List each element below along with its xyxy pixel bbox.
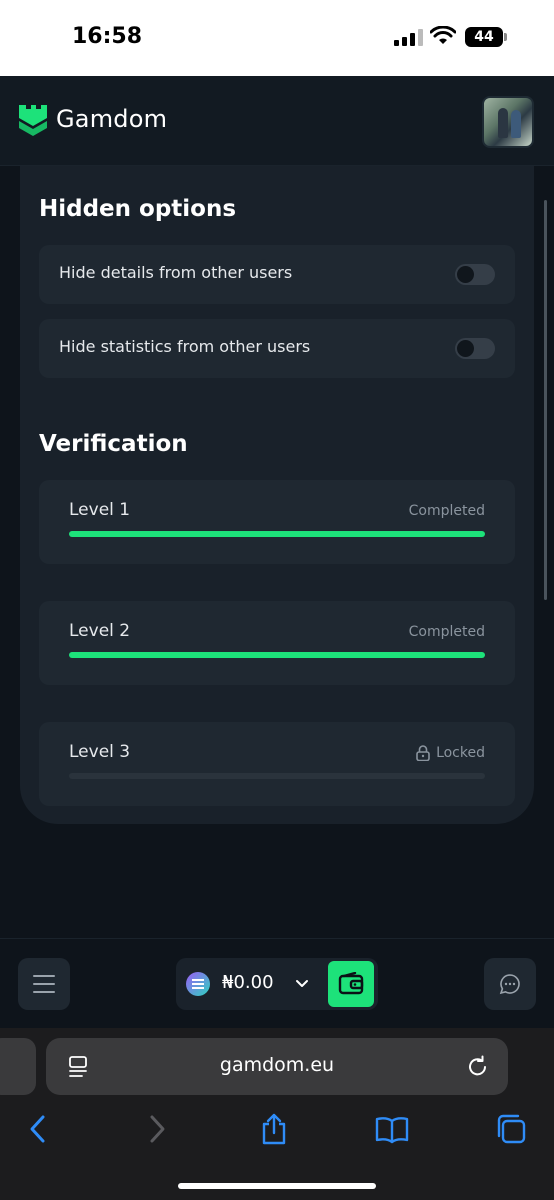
- forward-arrow-icon[interactable]: [140, 1112, 174, 1146]
- home-indicator: [178, 1183, 376, 1189]
- bottom-nav: ₦0.00: [0, 938, 554, 1028]
- level-name: Level 1: [69, 500, 131, 520]
- hide-details-toggle[interactable]: [455, 264, 495, 285]
- cellular-signal-icon: [394, 28, 423, 46]
- hide-statistics-label: Hide statistics from other users: [59, 337, 311, 356]
- level-name: Level 2: [69, 621, 131, 641]
- level-status: Locked: [416, 745, 485, 761]
- tabs-icon[interactable]: [494, 1112, 528, 1146]
- solana-coin-icon: [186, 972, 210, 996]
- hide-statistics-row: Hide statistics from other users: [39, 319, 515, 378]
- chat-bubble-icon: [499, 974, 520, 995]
- level-status: Completed: [408, 624, 485, 640]
- verification-title: Verification: [39, 431, 188, 457]
- verification-level-1[interactable]: Level 1 Completed: [39, 480, 515, 564]
- hide-statistics-toggle[interactable]: [455, 338, 495, 359]
- brand-name: Gamdom: [56, 105, 168, 133]
- verification-level-2[interactable]: Level 2 Completed: [39, 601, 515, 685]
- page-scrollbar[interactable]: [544, 200, 547, 600]
- app-header: Gamdom: [0, 76, 554, 166]
- hidden-options-title: Hidden options: [39, 196, 237, 222]
- status-time: 16:58: [72, 24, 143, 49]
- battery-indicator: 44: [465, 27, 503, 47]
- level-progress-bar: [69, 652, 485, 658]
- share-icon[interactable]: [257, 1112, 291, 1146]
- reload-icon[interactable]: [466, 1054, 490, 1078]
- hamburger-icon: [33, 975, 55, 977]
- lock-icon: [416, 745, 430, 761]
- brand-logo[interactable]: Gamdom: [18, 102, 167, 136]
- level-status: Completed: [408, 503, 485, 519]
- verification-level-3[interactable]: Level 3 Locked: [39, 722, 515, 806]
- hide-details-label: Hide details from other users: [59, 263, 293, 282]
- level-progress-bar: [69, 773, 485, 779]
- balance-amount: ₦0.00: [222, 972, 274, 993]
- back-arrow-icon[interactable]: [21, 1112, 55, 1146]
- wallet-icon: [338, 972, 364, 995]
- previous-tab-preview[interactable]: [0, 1038, 36, 1095]
- chat-button[interactable]: [484, 958, 536, 1010]
- url-text: gamdom.eu: [219, 1054, 335, 1076]
- level-progress-fill: [69, 652, 485, 658]
- level-progress-fill: [69, 531, 485, 537]
- user-avatar[interactable]: [482, 96, 534, 148]
- wallet-button[interactable]: [328, 961, 374, 1007]
- chevron-down-icon: [296, 980, 308, 987]
- level-progress-bar: [69, 531, 485, 537]
- menu-button[interactable]: [18, 958, 70, 1010]
- hide-details-row: Hide details from other users: [39, 245, 515, 304]
- castle-logo-icon: [19, 105, 47, 136]
- level-name: Level 3: [69, 742, 131, 762]
- battery-tip: [504, 33, 507, 41]
- status-bar: 16:58 44: [0, 0, 554, 76]
- wifi-icon: [430, 26, 456, 44]
- balance-selector[interactable]: ₦0.00: [176, 958, 378, 1010]
- bookmarks-icon[interactable]: [375, 1112, 409, 1146]
- settings-card: Hidden options Hide details from other u…: [20, 166, 534, 824]
- address-bar[interactable]: gamdom.eu: [46, 1038, 508, 1095]
- browser-toolbar: gamdom.eu: [0, 1028, 554, 1200]
